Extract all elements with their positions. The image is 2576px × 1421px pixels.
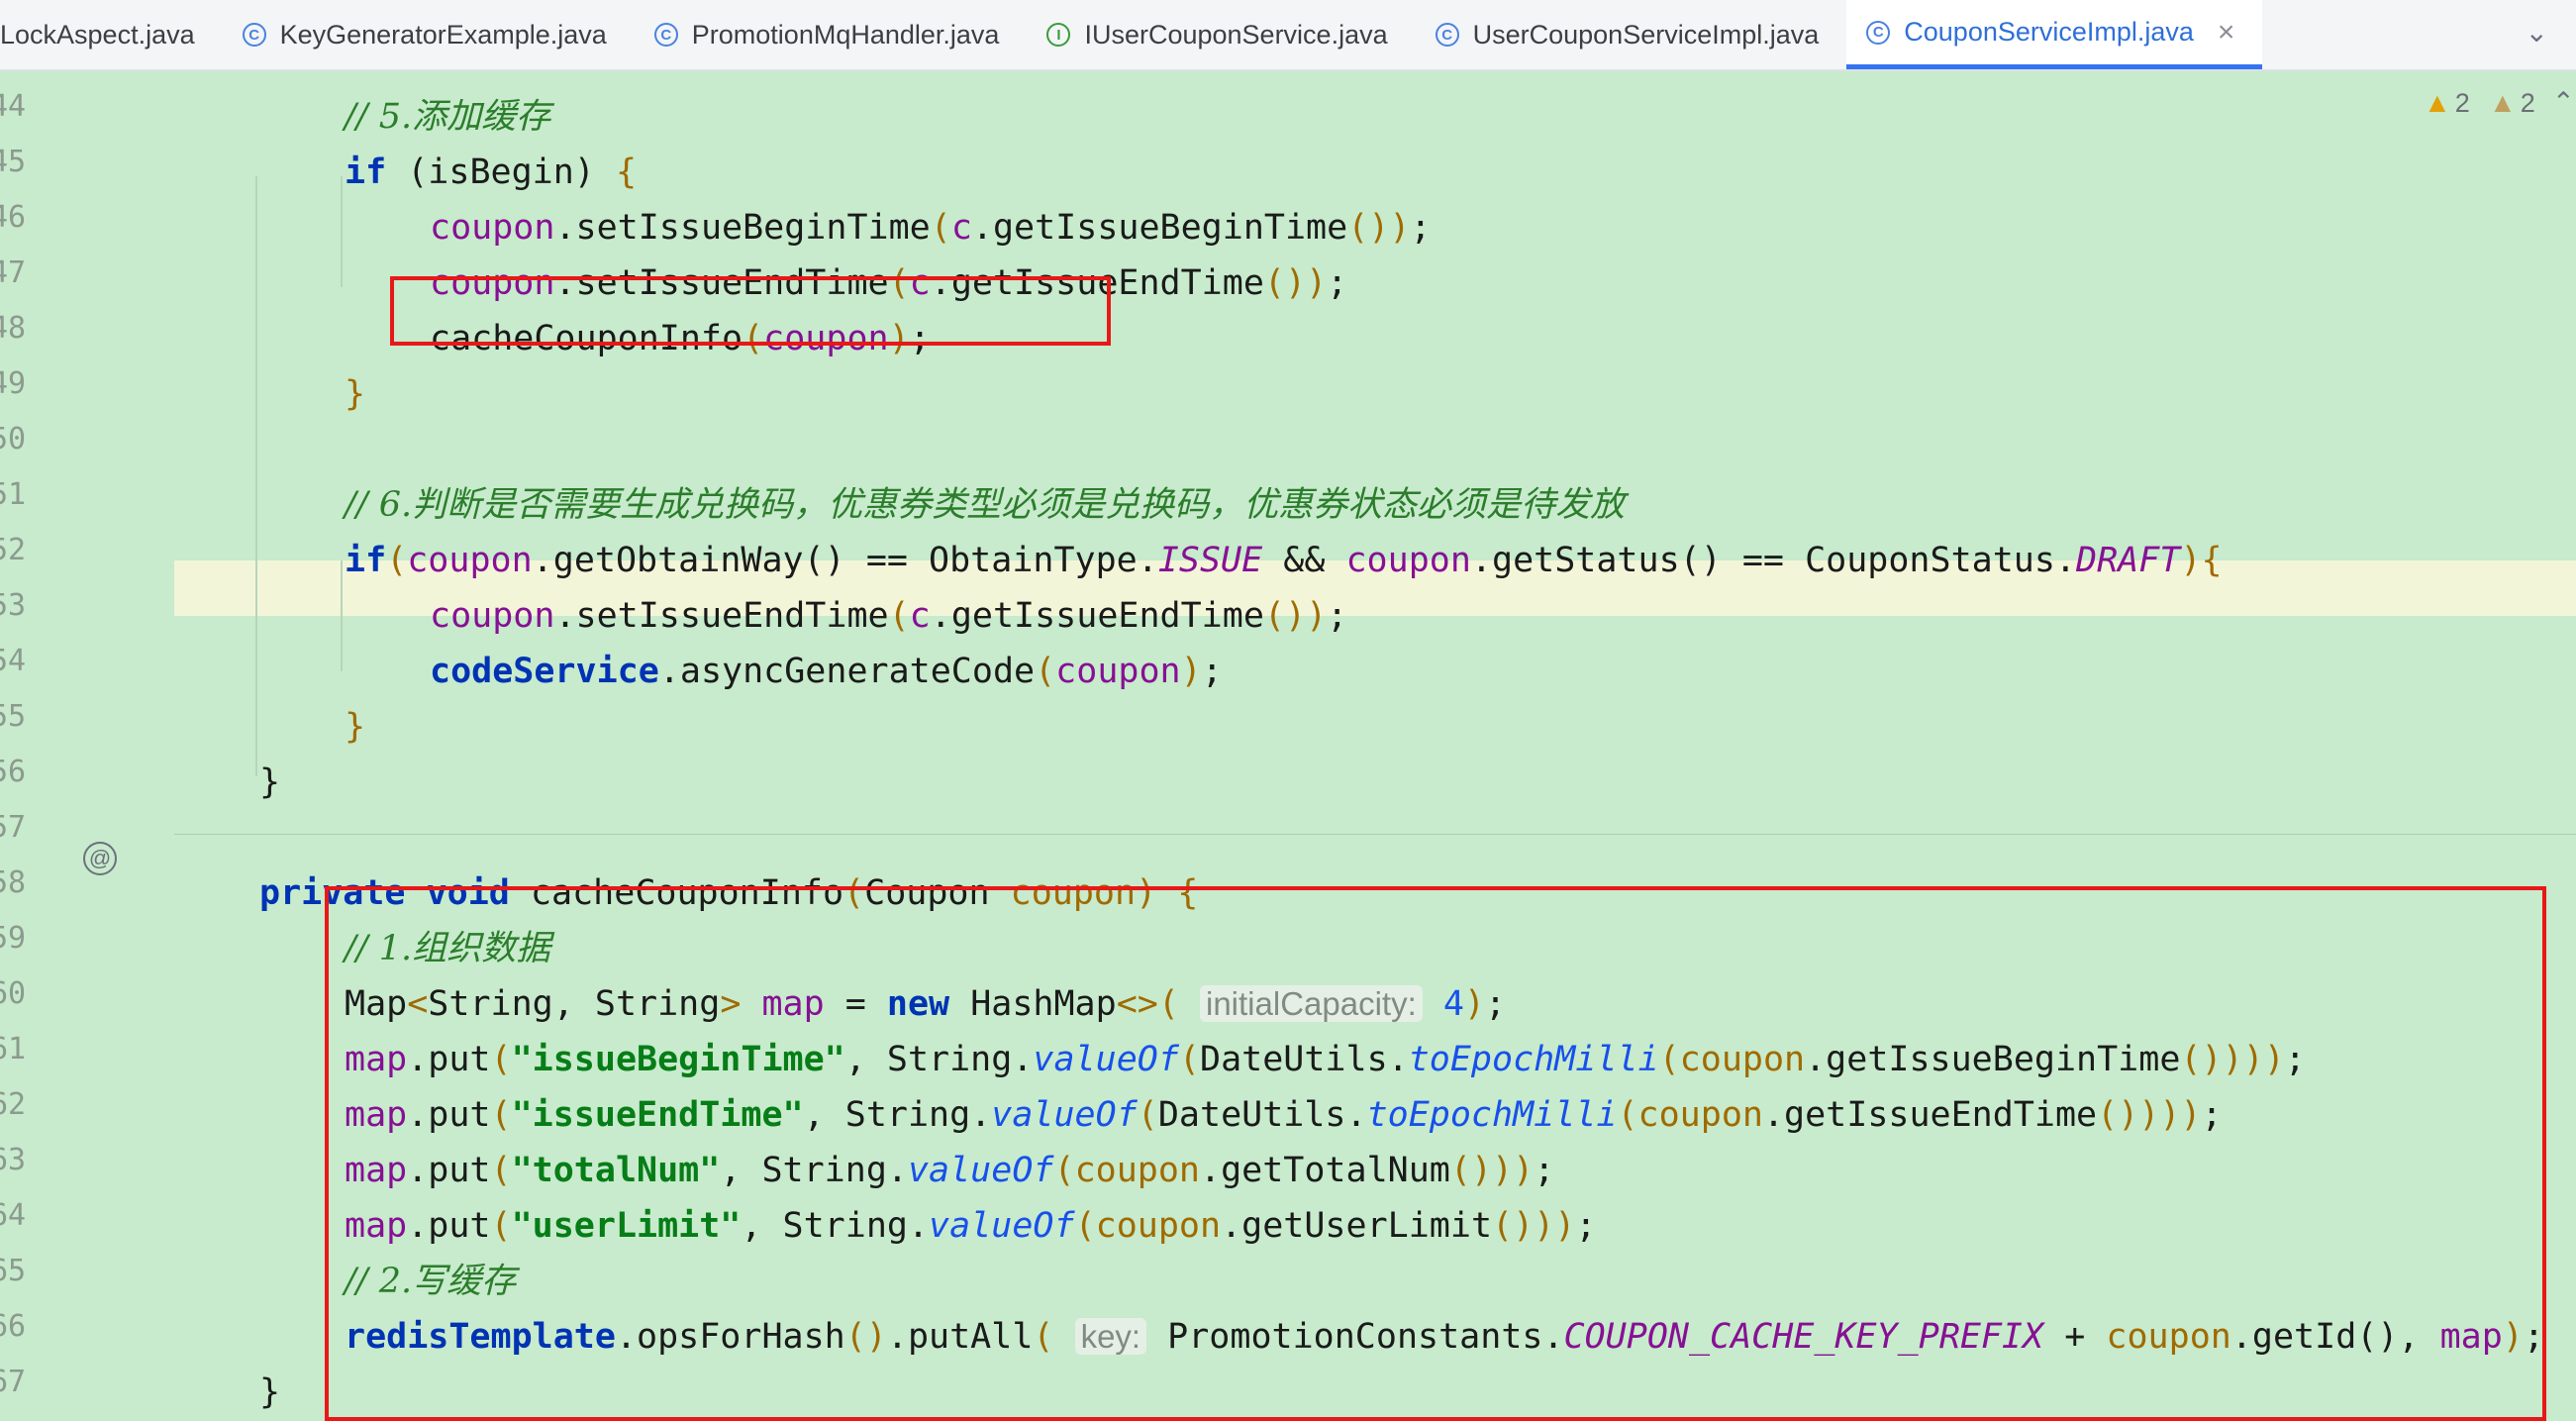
code-line-52: if(coupon.getObtainWay() == ObtainType.I… (345, 541, 2223, 580)
tab-keygeneratorexample[interactable]: C KeyGeneratorExample.java (223, 0, 635, 69)
code-line-53: coupon.setIssueEndTime(c.getIssueEndTime… (430, 596, 1348, 636)
code-line-56: } (259, 762, 281, 802)
code-line-51: // 6.判断是否需要生成兑换码，优惠券类型必须是兑换码，优惠券状态必须是待发放 (345, 477, 1625, 533)
tab-label: PromotionMqHandler.java (691, 19, 1000, 50)
tab-promotionmqhandler[interactable]: C PromotionMqHandler.java (635, 0, 1028, 69)
tab-label: IUserCouponService.java (1084, 19, 1388, 50)
tab-label: LockAspect.java (0, 19, 195, 50)
editor-tab-bar: LockAspect.java C KeyGeneratorExample.jav… (0, 0, 2576, 71)
line-number-gutter: 44 45 46 47 48 49 50 51 52 53 54 55 56 5… (0, 71, 174, 1413)
comment: // 5.添加缓存 (345, 97, 551, 137)
tab-label: CouponServiceImpl.java (1904, 17, 2194, 47)
line-number: 44 (0, 89, 27, 124)
code-line-44: // 5.添加缓存 (345, 89, 550, 145)
comment: // 6.判断是否需要生成兑换码，优惠券类型必须是兑换码，优惠券状态必须是待发放 (345, 485, 1626, 525)
indent-guide (255, 176, 257, 776)
code-line-46: coupon.setIssueBeginTime(c.getIssueBegin… (430, 208, 1432, 248)
tab-lockaspect[interactable]: LockAspect.java (0, 0, 223, 69)
line-number: 53 (0, 588, 27, 623)
code-line-67: } (259, 1372, 281, 1412)
highlight-box (390, 276, 1111, 346)
override-marker-icon[interactable]: @ (83, 842, 117, 875)
tab-usercouponserviceimpl[interactable]: C UserCouponServiceImpl.java (1416, 0, 1847, 69)
class-icon: C (242, 23, 266, 47)
line-number: 67 (0, 1365, 27, 1399)
line-number: 49 (0, 366, 27, 401)
code-line-55: } (345, 707, 366, 747)
line-number: 54 (0, 644, 27, 678)
indent-guide (341, 560, 343, 671)
line-number: 56 (0, 755, 27, 789)
code-line-54: codeService.asyncGenerateCode(coupon); (430, 652, 1223, 691)
tab-couponserviceimpl[interactable]: C CouponServiceImpl.java × (1846, 0, 2263, 69)
interface-icon: I (1046, 23, 1071, 47)
tab-iusercouponservice[interactable]: I IUserCouponService.java (1027, 0, 1415, 69)
class-icon: C (1435, 23, 1459, 47)
class-icon: C (1866, 20, 1891, 45)
line-number: 61 (0, 1032, 27, 1066)
line-number: 52 (0, 533, 27, 567)
line-number: 66 (0, 1309, 27, 1344)
line-number: 65 (0, 1254, 27, 1288)
chevron-down-icon[interactable]: ⌄ (2526, 16, 2548, 49)
line-number: 51 (0, 477, 27, 512)
line-number: 59 (0, 921, 27, 956)
tab-label: UserCouponServiceImpl.java (1472, 19, 1820, 50)
class-icon: C (653, 23, 678, 47)
line-number: 50 (0, 422, 27, 457)
code-editor[interactable]: // 5.添加缓存 if (isBegin) { coupon.setIssue… (174, 71, 2576, 1421)
line-number: 45 (0, 145, 27, 179)
line-number: 62 (0, 1087, 27, 1122)
line-number: 48 (0, 311, 27, 346)
indent-guide (341, 176, 343, 287)
line-number: 57 (0, 810, 27, 845)
line-number: 47 (0, 255, 27, 290)
code-line-45: if (isBegin) { (345, 152, 638, 192)
close-icon[interactable]: × (2218, 16, 2235, 50)
tab-label: KeyGeneratorExample.java (279, 19, 607, 50)
line-number: 60 (0, 976, 27, 1011)
line-number: 58 (0, 865, 27, 900)
line-number: 55 (0, 699, 27, 734)
code-line-49: } (345, 374, 366, 414)
line-number: 46 (0, 200, 27, 235)
line-number: 63 (0, 1143, 27, 1177)
line-number: 64 (0, 1198, 27, 1233)
highlight-box (325, 886, 2546, 1421)
